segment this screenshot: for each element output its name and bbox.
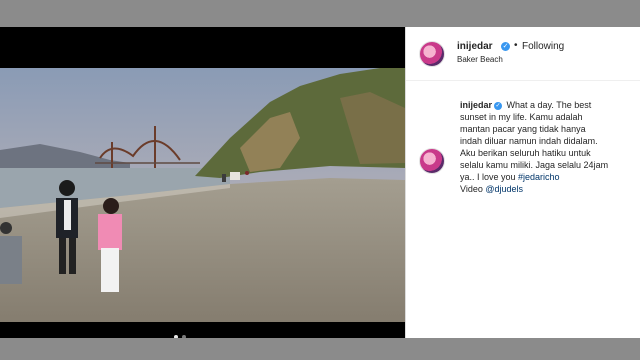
header-username[interactable]: inijedar: [457, 41, 493, 52]
bottom-backdrop: [0, 338, 640, 360]
mention-link[interactable]: @djudels: [485, 184, 523, 194]
caption-line-3: mantan pacar yang tidak hanya: [460, 124, 586, 134]
caption-verified-badge-icon: ✓: [494, 101, 503, 110]
verified-badge-icon: ✓: [501, 42, 510, 51]
caption-line-1: What a day. The best: [506, 100, 592, 110]
caption-line-5: Aku berikan seluruh hatiku untuk: [460, 148, 591, 158]
caption-line-4: indah diluar namun indah didalam.: [460, 136, 598, 146]
avatar[interactable]: [419, 41, 445, 67]
hashtag-link[interactable]: #jedaricho: [518, 172, 560, 182]
caption-line-7: ya.. I love you: [460, 172, 519, 182]
header-separator: •: [514, 40, 518, 51]
top-backdrop: [0, 0, 640, 27]
caption-avatar[interactable]: [419, 148, 445, 174]
caption-line-6: selalu kamu miliki. Jaga selalu 24jam: [460, 160, 609, 170]
post-caption: inijedar ✓ What a day. The best sunset in…: [460, 99, 632, 195]
post-sidebar: inijedar ✓ • Following Baker Beach inije…: [405, 27, 640, 338]
beach-photo: [0, 68, 405, 322]
caption-line-2: sunset in my life. Kamu adalah: [460, 112, 583, 122]
caption-username[interactable]: inijedar: [460, 100, 492, 110]
post-header: inijedar ✓ • Following Baker Beach: [406, 27, 640, 81]
caption-video-prefix: Video: [460, 184, 486, 194]
following-button[interactable]: Following: [522, 41, 564, 52]
location-link[interactable]: Baker Beach: [457, 55, 503, 64]
post-media[interactable]: [0, 27, 405, 338]
